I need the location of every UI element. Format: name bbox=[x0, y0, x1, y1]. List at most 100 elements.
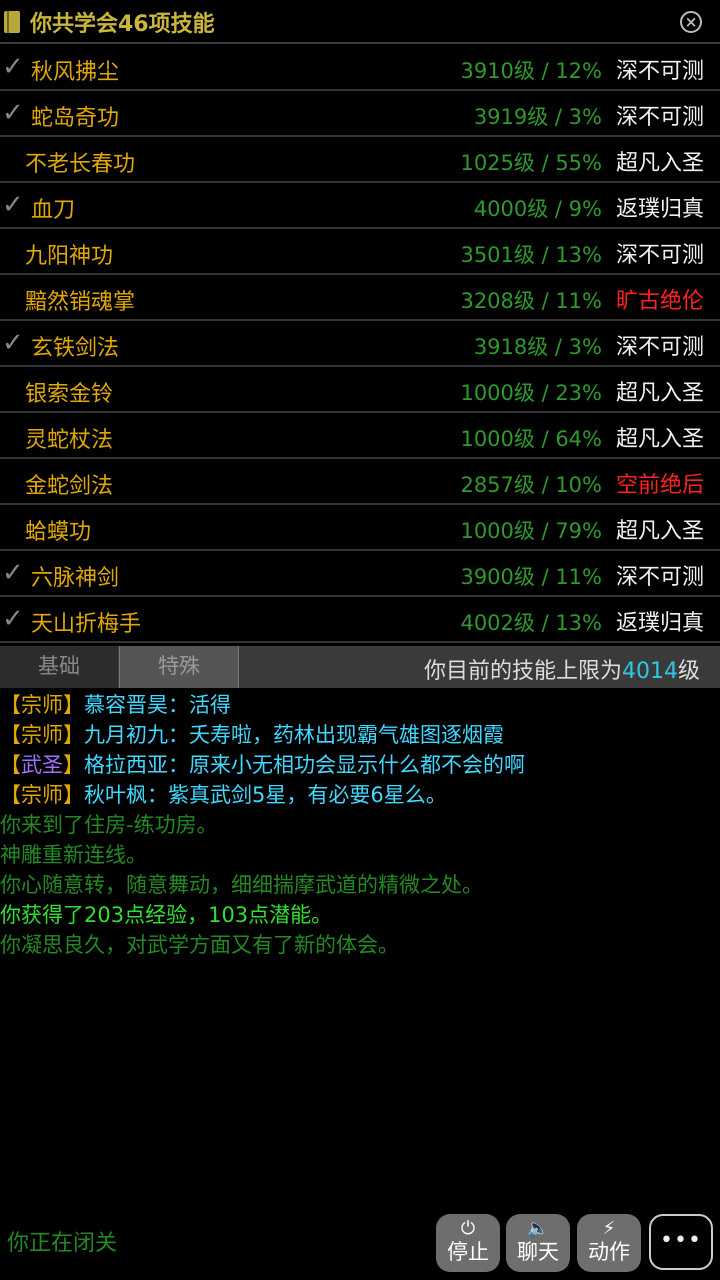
chat-line: 【宗师】慕容晋昊：活得 bbox=[0, 693, 231, 717]
skill-row[interactable]: ✓ 血刀 4000级 / 9% 返璞归真 bbox=[0, 183, 720, 229]
system-message: 神雕重新连线。 bbox=[0, 843, 147, 867]
skill-row[interactable]: ✓灵蛇杖法1000级 / 64%超凡入圣 bbox=[0, 413, 720, 459]
skill-row[interactable]: ✓ 六脉神剑 3900级 / 11% 深不可测 bbox=[0, 551, 720, 597]
skill-name: 九阳神功 bbox=[25, 244, 114, 269]
skill-level: 4000级 / 9% bbox=[473, 197, 602, 221]
skill-level: 2857级 / 10% bbox=[460, 473, 602, 497]
stop-button[interactable]: ⏻ 停止 bbox=[436, 1214, 500, 1272]
check-icon: ✓ bbox=[2, 98, 24, 128]
chat-title: 武圣 bbox=[21, 753, 63, 777]
skill-rank: 旷古绝伦 bbox=[615, 289, 704, 314]
more-button[interactable]: ••• bbox=[649, 1214, 713, 1270]
chat-text: 格拉西亚：原来小无相功会显示什么都不会的啊 bbox=[84, 753, 525, 777]
tab-bar: 基础 特殊 你目前的技能上限为4014级 bbox=[0, 646, 720, 688]
power-icon: ⏻ bbox=[460, 1218, 476, 1239]
skill-rank: 超凡入圣 bbox=[615, 151, 704, 176]
skill-name: 银索金铃 bbox=[25, 382, 114, 407]
skill-name: 金蛇剑法 bbox=[25, 474, 114, 499]
skill-name: 秋风拂尘 bbox=[31, 60, 120, 85]
skill-row[interactable]: ✓ 秋风拂尘 3910级 / 12% 深不可测 bbox=[0, 45, 720, 91]
skill-level: 3919级 / 3% bbox=[473, 105, 602, 129]
skill-rank: 深不可测 bbox=[615, 335, 704, 360]
skill-row[interactable]: ✓蛤蟆功1000级 / 79%超凡入圣 bbox=[0, 505, 720, 551]
skill-level: 3918级 / 3% bbox=[473, 335, 602, 359]
chat-button[interactable]: 🔈 聊天 bbox=[506, 1214, 570, 1272]
skill-name: 六脉神剑 bbox=[31, 566, 120, 591]
skill-name: 灵蛇杖法 bbox=[25, 428, 114, 453]
skill-rank: 空前绝后 bbox=[615, 473, 704, 498]
skill-level: 3208级 / 11% bbox=[460, 289, 602, 313]
system-message: 你获得了203点经验，103点潜能。 bbox=[0, 903, 333, 927]
chat-label: 聊天 bbox=[517, 1240, 559, 1264]
skill-rank: 返璞归真 bbox=[615, 611, 704, 636]
action-button[interactable]: ⚡ 动作 bbox=[577, 1214, 641, 1272]
skill-name: 不老长春功 bbox=[25, 152, 136, 177]
stop-label: 停止 bbox=[447, 1240, 489, 1264]
chat-text: 慕容晋昊：活得 bbox=[84, 693, 231, 717]
header-bar: 你共学会46项技能 × bbox=[0, 0, 720, 44]
skill-rank: 超凡入圣 bbox=[615, 519, 704, 544]
chat-title: 宗师 bbox=[21, 723, 63, 747]
book-icon bbox=[4, 11, 20, 33]
skill-level: 1000级 / 23% bbox=[460, 381, 602, 405]
chat-line: 【宗师】秋叶枫：紫真武剑5星，有必要6星么。 bbox=[0, 783, 447, 807]
skill-level: 1025级 / 55% bbox=[460, 151, 602, 175]
skill-rank: 深不可测 bbox=[615, 105, 704, 130]
skill-limit-prefix: 你目前的技能上限为 bbox=[423, 659, 622, 684]
skill-level: 3900级 / 11% bbox=[460, 565, 602, 589]
skill-name: 玄铁剑法 bbox=[31, 336, 120, 361]
skill-level: 1000级 / 79% bbox=[460, 519, 602, 543]
chat-line: 【武圣】格拉西亚：原来小无相功会显示什么都不会的啊 bbox=[0, 753, 525, 777]
status-text: 你正在闭关 bbox=[7, 1231, 118, 1256]
skill-row[interactable]: ✓黯然销魂掌3208级 / 11%旷古绝伦 bbox=[0, 275, 720, 321]
chat-title: 宗师 bbox=[21, 783, 63, 807]
check-icon: ✓ bbox=[2, 190, 24, 220]
check-icon: ✓ bbox=[2, 328, 24, 358]
skill-name: 血刀 bbox=[31, 198, 76, 223]
chat-text: 秋叶枫：紫真武剑5星，有必要6星么。 bbox=[84, 783, 447, 807]
skill-row[interactable]: ✓银索金铃1000级 / 23%超凡入圣 bbox=[0, 367, 720, 413]
message-log: 【宗师】慕容晋昊：活得 【宗师】九月初九：夭寿啦，药林出现霸气雄图逐烟霞 【武圣… bbox=[0, 690, 720, 960]
skill-rank: 返璞归真 bbox=[615, 197, 704, 222]
skill-rank: 超凡入圣 bbox=[615, 427, 704, 452]
skill-rank: 深不可测 bbox=[615, 243, 704, 268]
skill-name: 蛇岛奇功 bbox=[31, 106, 120, 131]
skill-row[interactable]: ✓金蛇剑法2857级 / 10%空前绝后 bbox=[0, 459, 720, 505]
chat-title: 宗师 bbox=[21, 693, 63, 717]
tab-special[interactable]: 特殊 bbox=[119, 646, 239, 688]
close-icon[interactable]: × bbox=[680, 11, 702, 33]
page-title: 你共学会46项技能 bbox=[30, 12, 215, 37]
check-icon: ✓ bbox=[2, 604, 24, 634]
system-message: 你凝思良久，对武学方面又有了新的体会。 bbox=[0, 933, 399, 957]
check-icon: ✓ bbox=[2, 558, 24, 588]
skill-rank: 深不可测 bbox=[615, 59, 704, 84]
system-message: 你来到了住房-练功房。 bbox=[0, 813, 218, 837]
system-message: 你心随意转，随意舞动，细细揣摩武道的精微之处。 bbox=[0, 873, 483, 897]
skill-name: 天山折梅手 bbox=[31, 612, 142, 637]
skill-name: 蛤蟆功 bbox=[25, 520, 92, 545]
chat-text: 九月初九：夭寿啦，药林出现霸气雄图逐烟霞 bbox=[84, 723, 504, 747]
speaker-icon: 🔈 bbox=[526, 1218, 550, 1239]
skill-level: 4002级 / 13% bbox=[460, 611, 602, 635]
skill-name: 黯然销魂掌 bbox=[25, 290, 136, 315]
skill-limit-suffix: 级 bbox=[677, 659, 700, 684]
skill-list: ✓ 秋风拂尘 3910级 / 12% 深不可测 ✓ 蛇岛奇功 3919级 / 3% 深不可测… bbox=[0, 45, 720, 643]
tab-basic[interactable]: 基础 bbox=[0, 646, 118, 688]
skill-row[interactable]: ✓不老长春功1025级 / 55%超凡入圣 bbox=[0, 137, 720, 183]
skill-limit-value: 4014 bbox=[621, 659, 678, 684]
skill-level: 3501级 / 13% bbox=[460, 243, 602, 267]
skill-limit: 你目前的技能上限为4014级 bbox=[424, 653, 700, 685]
skill-row[interactable]: ✓ 天山折梅手 4002级 / 13% 返璞归真 bbox=[0, 597, 720, 643]
check-icon: ✓ bbox=[2, 52, 24, 82]
skill-level: 3910级 / 12% bbox=[460, 59, 602, 83]
chat-line: 【宗师】九月初九：夭寿啦，药林出现霸气雄图逐烟霞 bbox=[0, 723, 504, 747]
more-icon: ••• bbox=[660, 1228, 702, 1253]
skill-rank: 超凡入圣 bbox=[615, 381, 704, 406]
bolt-icon: ⚡ bbox=[602, 1218, 616, 1239]
skill-row[interactable]: ✓九阳神功3501级 / 13%深不可测 bbox=[0, 229, 720, 275]
action-label: 动作 bbox=[588, 1240, 630, 1264]
skill-rank: 深不可测 bbox=[615, 565, 704, 590]
skill-level: 1000级 / 64% bbox=[460, 427, 602, 451]
skill-row[interactable]: ✓ 玄铁剑法 3918级 / 3% 深不可测 bbox=[0, 321, 720, 367]
skill-row[interactable]: ✓ 蛇岛奇功 3919级 / 3% 深不可测 bbox=[0, 91, 720, 137]
